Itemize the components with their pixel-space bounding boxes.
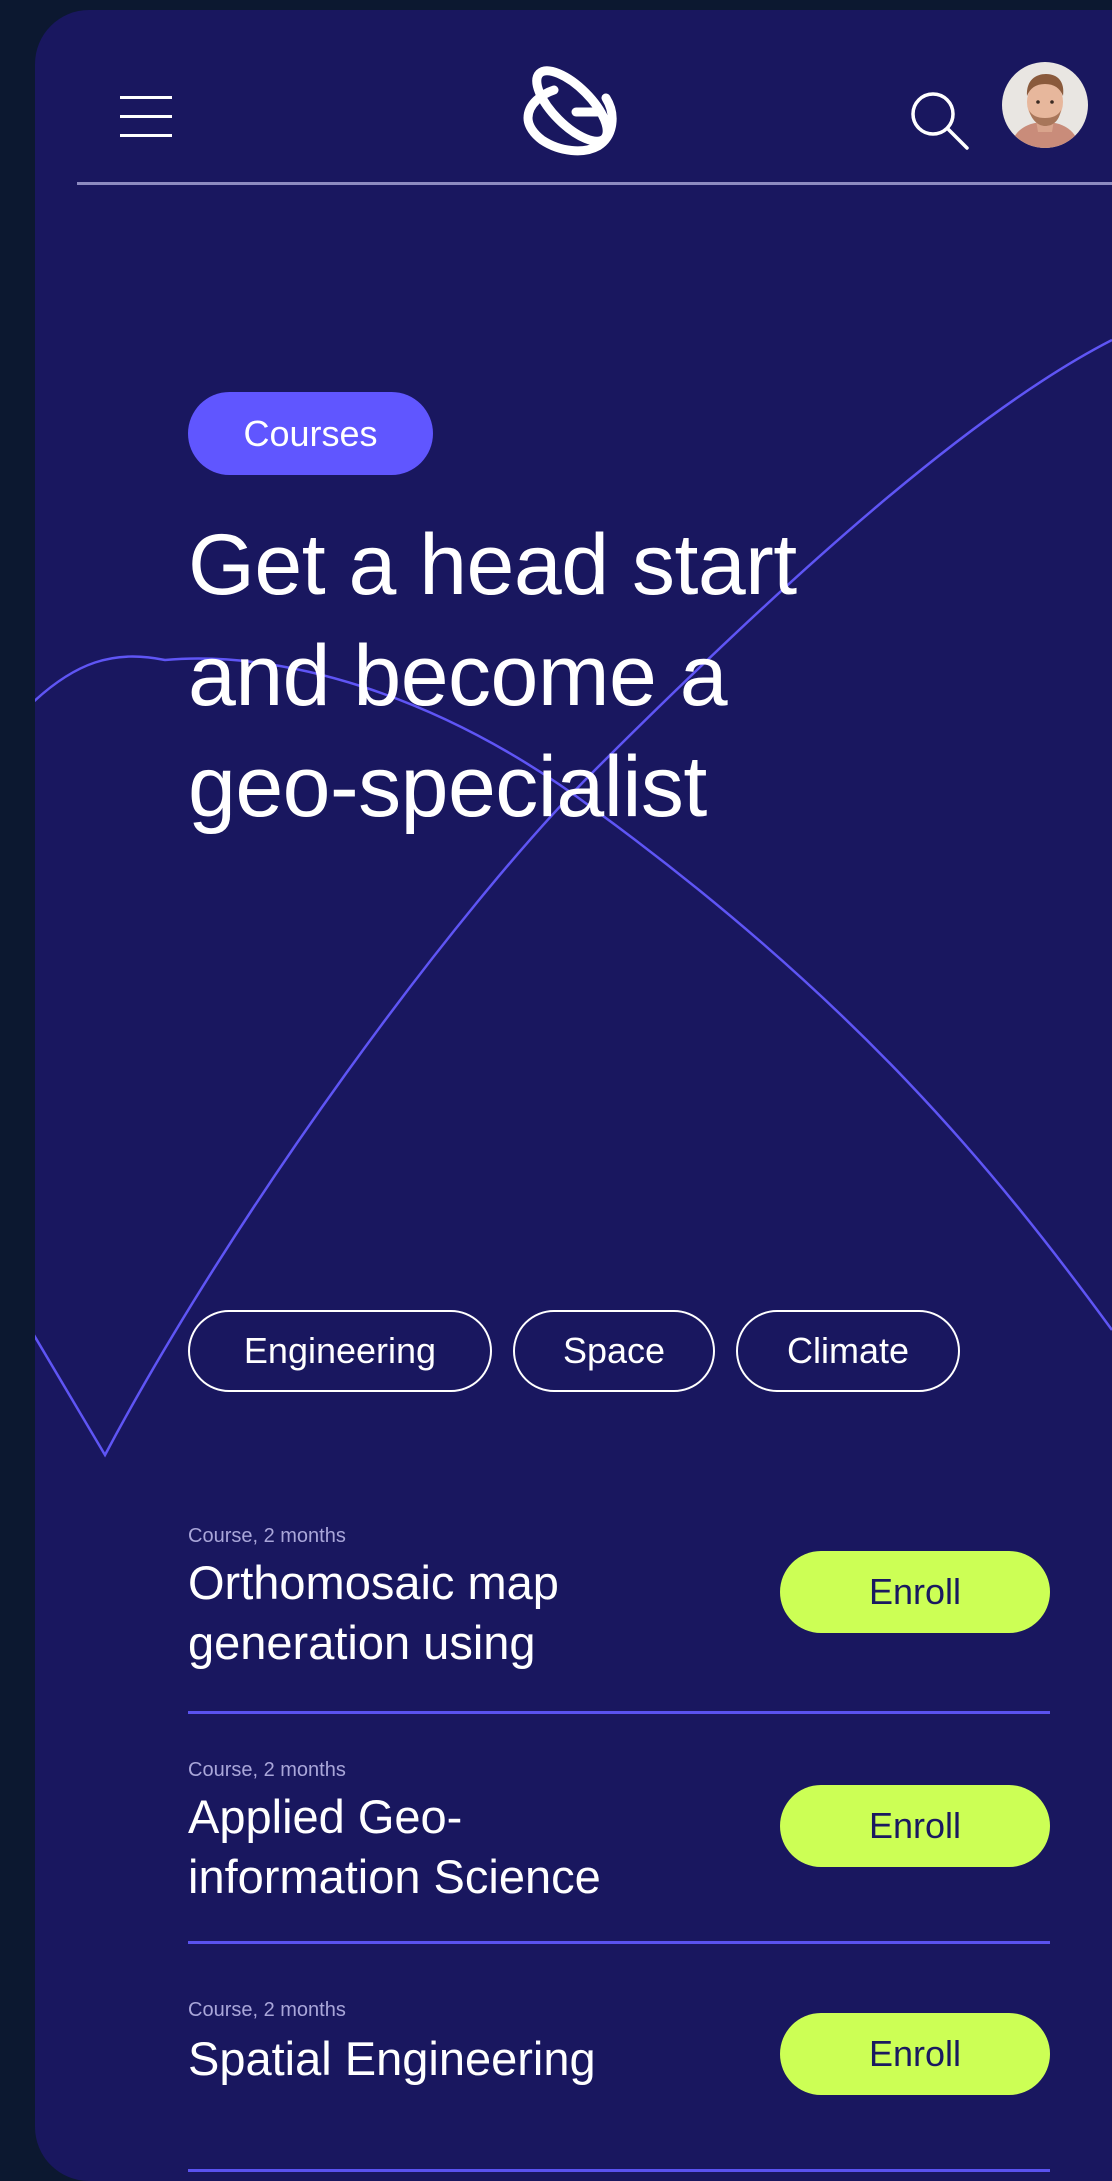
atom-g-logo-icon[interactable] bbox=[520, 54, 624, 158]
user-avatar[interactable] bbox=[1002, 62, 1088, 148]
course-meta: Course, 2 months bbox=[188, 1999, 346, 2021]
headline-line-2: and become a bbox=[188, 628, 728, 724]
headline-line-1: Get a head start bbox=[188, 517, 797, 613]
avatar-image bbox=[1002, 62, 1088, 148]
courses-badge: Courses bbox=[188, 392, 433, 475]
course-meta: Course, 2 months bbox=[188, 1525, 346, 1547]
app-screen: Courses Get a head start and become a ge… bbox=[35, 10, 1112, 2181]
course-title-line-1: Spatial Engineering bbox=[188, 2032, 596, 2085]
page-headline: Get a head start and become a geo-specia… bbox=[188, 510, 948, 843]
course-item-applied-geo-information-science: Course, 2 months Applied Geo- informatio… bbox=[188, 1759, 1050, 1959]
top-navigation-bar bbox=[35, 10, 1112, 185]
header-divider bbox=[77, 182, 1112, 185]
course-title: Spatial Engineering bbox=[188, 2029, 708, 2089]
category-filters: Engineering Space Climate bbox=[188, 1310, 960, 1392]
course-title-line-1: Orthomosaic map bbox=[188, 1556, 559, 1609]
course-title-line-2: information Science bbox=[188, 1850, 601, 1903]
course-item-spatial-engineering: Course, 2 months Spatial Engineering Enr… bbox=[188, 1999, 1050, 2179]
hamburger-menu-icon[interactable] bbox=[117, 82, 173, 138]
course-item-orthomosaic: Course, 2 months Orthomosaic map generat… bbox=[188, 1525, 1050, 1725]
enroll-button[interactable]: Enroll bbox=[780, 2013, 1050, 2095]
enroll-button[interactable]: Enroll bbox=[780, 1785, 1050, 1867]
filter-chip-space[interactable]: Space bbox=[513, 1310, 715, 1392]
course-divider bbox=[188, 1941, 1050, 1944]
course-meta: Course, 2 months bbox=[188, 1759, 346, 1781]
course-title: Orthomosaic map generation using bbox=[188, 1553, 708, 1673]
course-divider bbox=[188, 1711, 1050, 1714]
course-title-line-2: generation using bbox=[188, 1616, 536, 1669]
course-divider bbox=[188, 2169, 1050, 2172]
course-title-line-1: Applied Geo- bbox=[188, 1790, 463, 1843]
filter-chip-engineering[interactable]: Engineering bbox=[188, 1310, 492, 1392]
filter-chip-climate[interactable]: Climate bbox=[736, 1310, 960, 1392]
course-title: Applied Geo- information Science bbox=[188, 1787, 708, 1907]
headline-line-3: geo-specialist bbox=[188, 739, 707, 835]
enroll-button[interactable]: Enroll bbox=[780, 1551, 1050, 1633]
search-icon[interactable] bbox=[907, 88, 971, 152]
